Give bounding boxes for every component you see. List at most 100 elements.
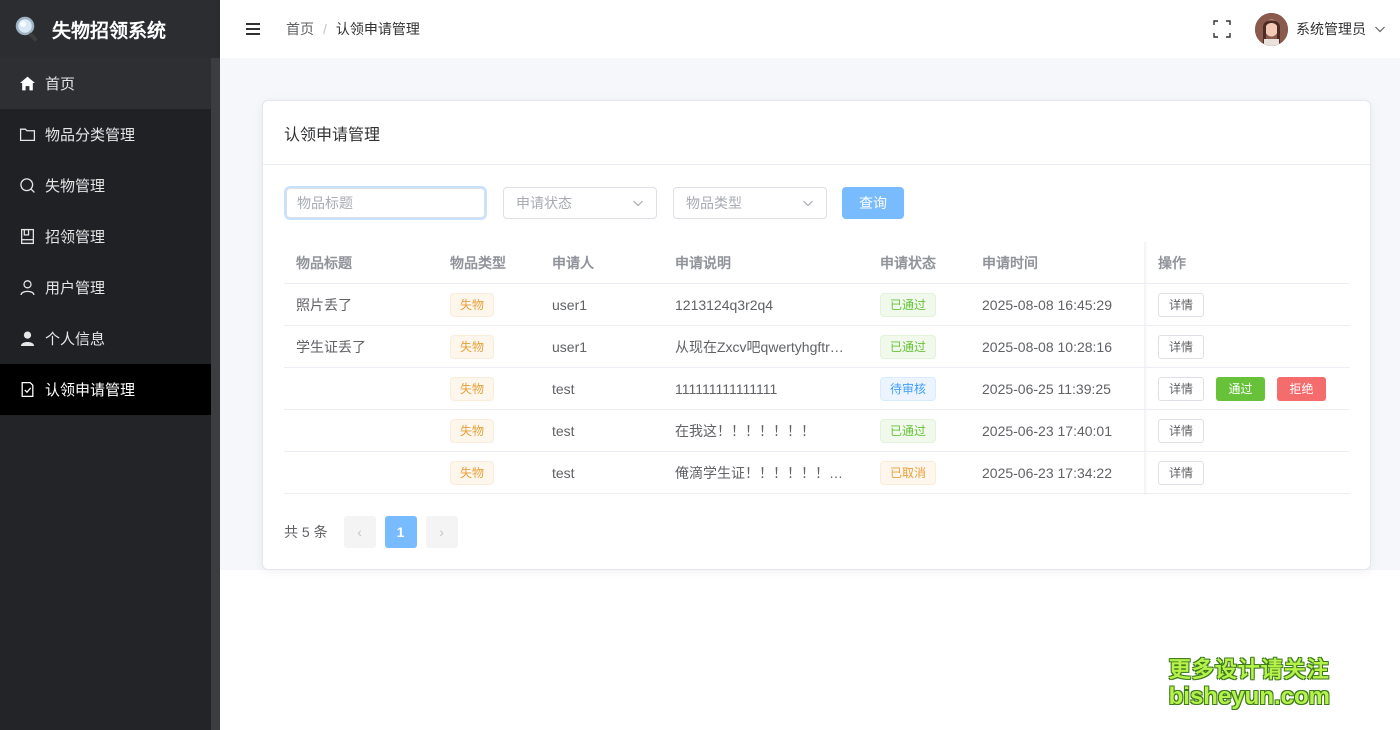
app-logo[interactable]: 失物招领系统 <box>0 0 220 58</box>
cell-applicant: test <box>552 464 575 481</box>
cell-status: 待审核 <box>868 376 970 401</box>
sidebar-scrollbar[interactable] <box>211 58 220 730</box>
sidebar-item-label: 首页 <box>45 76 76 93</box>
title-search-input[interactable] <box>284 186 487 220</box>
claims-card: 认领申请管理 申请状态 物品类型 查询 物品标题 物品类型 申请人 申请说明 申… <box>262 100 1371 570</box>
cell-status: 已通过 <box>868 334 970 359</box>
column-header-time: 申请时间 <box>982 254 1038 271</box>
cell-time: 2025-08-08 10:28:16 <box>982 338 1112 355</box>
type-tag: 失物 <box>450 334 495 359</box>
sidebar-item-claims[interactable]: 认领申请管理 <box>0 364 211 415</box>
status-tag: 已取消 <box>880 460 937 485</box>
user-filled-icon <box>19 330 36 347</box>
cell-description: 1213124q3r2q4 <box>675 296 774 313</box>
cell-description: 111111111111111 <box>675 380 778 397</box>
breadcrumb: 首页 / 认领申请管理 <box>286 19 420 39</box>
type-select[interactable]: 物品类型 <box>673 187 827 219</box>
column-header-description: 申请说明 <box>675 254 731 271</box>
user-icon <box>19 279 36 296</box>
app-title: 失物招领系统 <box>52 20 167 42</box>
sidebar-item-lost[interactable]: 失物管理 <box>0 160 211 211</box>
cell-applicant: test <box>552 422 575 439</box>
magnifier-logo-icon <box>15 16 38 42</box>
cell-actions: 详情 <box>1146 418 1350 443</box>
breadcrumb-home-link[interactable]: 首页 <box>286 19 314 39</box>
table-row: 照片丢了 失物 user1 1213124q3r2q4 已通过 2025-08-… <box>284 284 1350 326</box>
cell-applicant: user1 <box>552 338 588 355</box>
chevron-down-icon <box>803 200 813 207</box>
chevron-down-icon[interactable] <box>1374 23 1386 35</box>
prev-page-button[interactable]: ‹ <box>343 516 376 548</box>
approve-button[interactable]: 通过 <box>1216 376 1266 401</box>
cell-actions: 详情 <box>1146 334 1350 359</box>
fullscreen-icon[interactable] <box>1213 20 1231 38</box>
main-content: 认领申请管理 申请状态 物品类型 查询 物品标题 物品类型 申请人 申请说明 申… <box>220 58 1400 730</box>
cell-time: 2025-06-23 17:40:01 <box>982 422 1112 439</box>
username[interactable]: 系统管理员 <box>1296 19 1366 39</box>
cell-type: 失物 <box>438 334 540 359</box>
status-select[interactable]: 申请状态 <box>503 187 657 219</box>
status-tag: 已通过 <box>880 334 937 359</box>
detail-button[interactable]: 详情 <box>1158 334 1205 359</box>
query-button[interactable]: 查询 <box>842 187 904 219</box>
breadcrumb-current: 认领申请管理 <box>335 21 420 37</box>
cell-type: 失物 <box>438 292 540 317</box>
cell-status: 已通过 <box>868 418 970 443</box>
sidebar-empty-area <box>0 416 211 730</box>
column-header-type: 物品类型 <box>450 254 506 271</box>
type-tag: 失物 <box>450 460 495 485</box>
detail-button[interactable]: 详情 <box>1158 292 1205 317</box>
table-row: 失物 test 在我这！！！！！！！ 已通过 2025-06-23 17:40:… <box>284 410 1350 452</box>
cell-type: 失物 <box>438 376 540 401</box>
avatar[interactable] <box>1255 12 1288 46</box>
cell-applicant: user1 <box>552 296 588 313</box>
type-tag: 失物 <box>450 376 495 401</box>
cell-actions: 详情 通过 拒绝 <box>1146 376 1350 401</box>
notebook-icon <box>19 228 36 245</box>
cell-type: 失物 <box>438 460 540 485</box>
detail-button[interactable]: 详情 <box>1158 418 1205 443</box>
folder-icon <box>19 126 36 143</box>
sidebar: 失物招领系统 首页 物品分类管理 失物管理 招领管理 用户管理 个人信息 认领申… <box>0 0 220 730</box>
column-header-applicant: 申请人 <box>552 254 594 271</box>
collapse-menu-icon[interactable] <box>246 23 260 35</box>
cell-description: 从现在Zxcv吧qwertyhgftr… <box>675 338 844 355</box>
detail-button[interactable]: 详情 <box>1158 376 1205 401</box>
sidebar-item-label: 用户管理 <box>45 280 106 297</box>
column-header-actions: 操作 <box>1158 254 1186 271</box>
sidebar-item-label: 个人信息 <box>45 331 106 348</box>
table-row: 学生证丢了 失物 user1 从现在Zxcv吧qwertyhgftr… 已通过 … <box>284 326 1350 368</box>
cell-status: 已取消 <box>868 460 970 485</box>
sidebar-item-label: 认领申请管理 <box>45 382 136 399</box>
document-check-icon <box>19 381 36 398</box>
page-number-button[interactable]: 1 <box>384 516 417 548</box>
home-icon <box>19 75 36 92</box>
filter-bar: 申请状态 物品类型 查询 <box>284 186 904 220</box>
sidebar-item-home[interactable]: 首页 <box>0 58 211 109</box>
cell-title: 学生证丢了 <box>296 338 366 355</box>
cell-description: 在我这！！！！！！！ <box>675 422 815 439</box>
cell-actions: 详情 <box>1146 292 1350 317</box>
type-tag: 失物 <box>450 292 495 317</box>
cell-time: 2025-06-23 17:34:22 <box>982 464 1112 481</box>
table-row: 失物 test 111111111111111 待审核 2025-06-25 1… <box>284 368 1350 410</box>
type-select-placeholder: 物品类型 <box>686 195 742 211</box>
breadcrumb-separator: / <box>323 21 327 37</box>
detail-button[interactable]: 详情 <box>1158 460 1205 485</box>
sidebar-item-profile[interactable]: 个人信息 <box>0 313 211 364</box>
cell-time: 2025-08-08 16:45:29 <box>982 296 1112 313</box>
cell-description: 俺滴学生证！！！！！！… <box>675 464 843 481</box>
sidebar-item-category[interactable]: 物品分类管理 <box>0 109 211 160</box>
reject-button[interactable]: 拒绝 <box>1277 376 1327 401</box>
next-page-button[interactable]: › <box>425 516 458 548</box>
sidebar-item-found[interactable]: 招领管理 <box>0 211 211 262</box>
cell-applicant: test <box>552 380 575 397</box>
status-tag: 已通过 <box>880 292 937 317</box>
sidebar-item-users[interactable]: 用户管理 <box>0 262 211 313</box>
total-count: 共 5 条 <box>284 524 328 540</box>
table-row: 失物 test 俺滴学生证！！！！！！… 已取消 2025-06-23 17:3… <box>284 452 1350 494</box>
sidebar-item-label: 招领管理 <box>45 229 106 246</box>
sidebar-menu: 首页 物品分类管理 失物管理 招领管理 用户管理 个人信息 认领申请管理 <box>0 58 211 415</box>
claims-table: 物品标题 物品类型 申请人 申请说明 申请状态 申请时间 操作 照片丢了 失物 … <box>284 242 1350 495</box>
sidebar-item-label: 失物管理 <box>45 178 106 195</box>
